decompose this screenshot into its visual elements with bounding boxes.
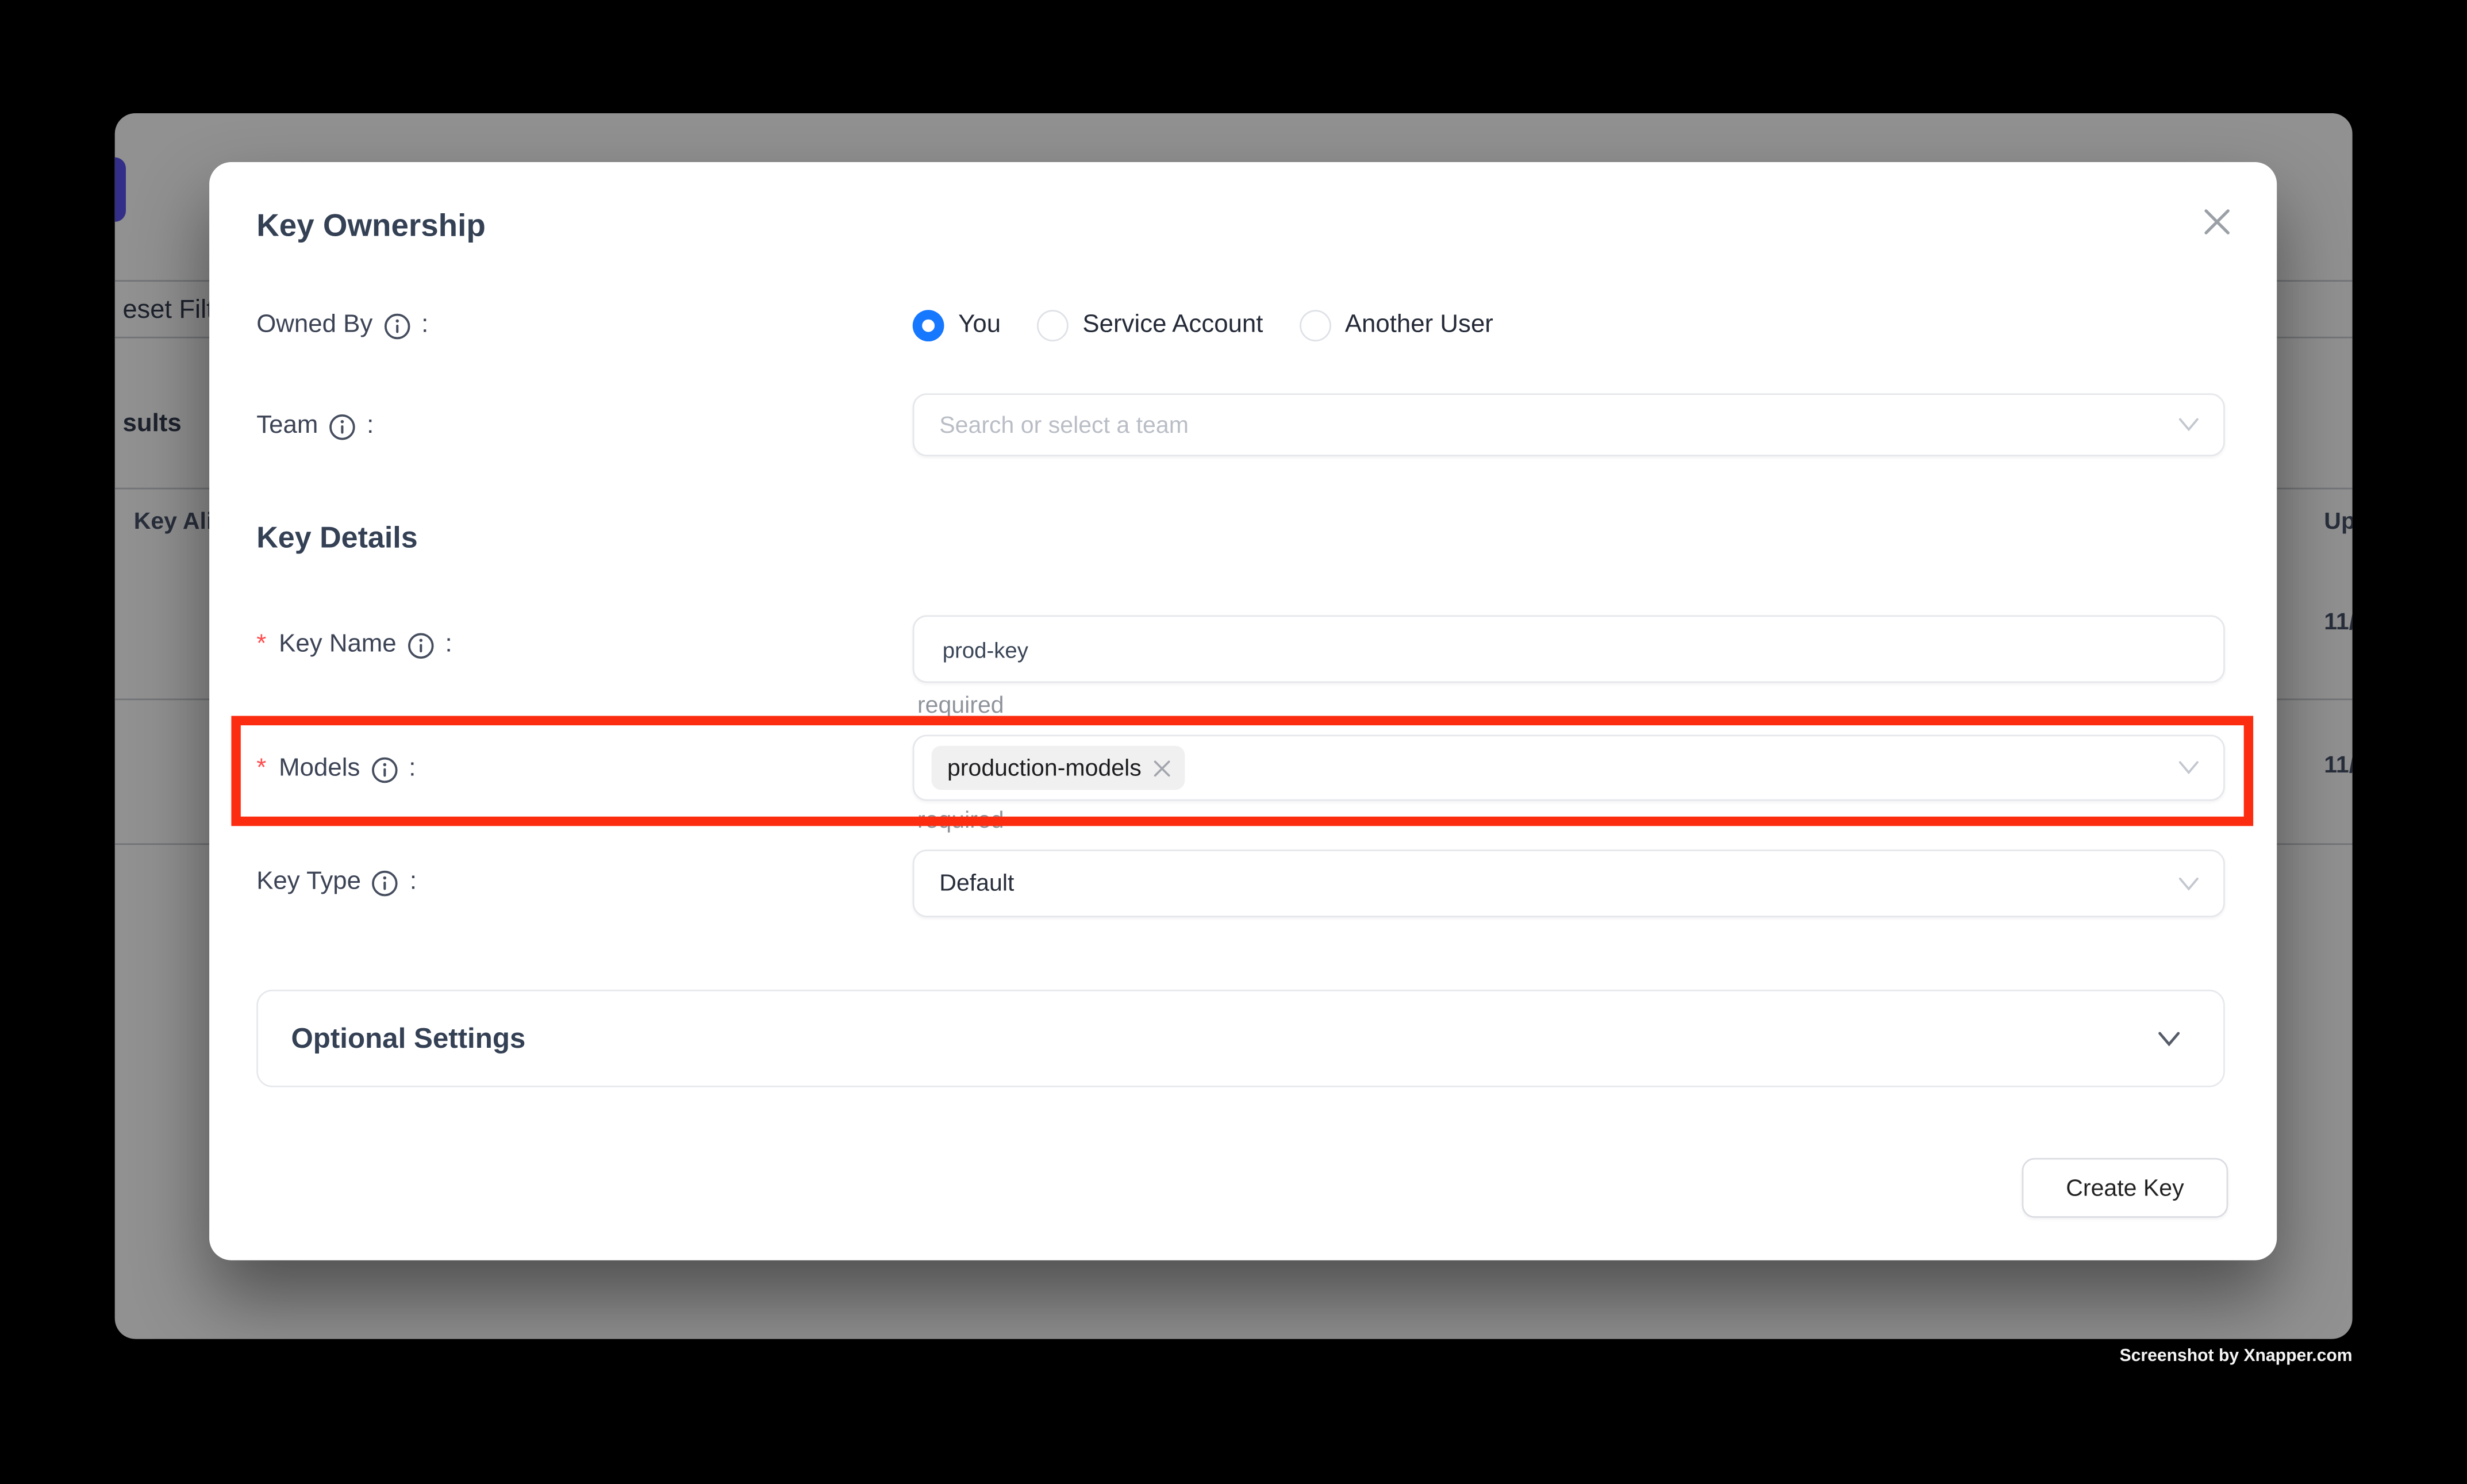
create-key-modal: Key Ownership Owned By : You Service Acc… xyxy=(209,162,2277,1260)
info-icon xyxy=(329,413,356,440)
radio-another-user[interactable]: Another User xyxy=(1299,310,1493,341)
optional-settings-toggle[interactable]: Optional Settings xyxy=(256,990,2225,1087)
radio-label: You xyxy=(958,312,1001,340)
chevron-down-icon xyxy=(2178,417,2200,432)
radio-service-account[interactable]: Service Account xyxy=(1037,310,1263,341)
team-select-placeholder: Search or select a team xyxy=(939,412,1189,439)
annotation-highlight-box xyxy=(231,716,2253,826)
key-type-label: Key Type : xyxy=(256,868,417,897)
colon: : xyxy=(410,868,417,897)
key-name-label: * Key Name : xyxy=(256,631,452,659)
owned-by-radio-group: You Service Account Another User xyxy=(913,310,1493,341)
key-name-value: prod-key xyxy=(939,636,1028,662)
radio-label: Another User xyxy=(1345,312,1493,340)
colon: : xyxy=(445,631,452,659)
key-details-title: Key Details xyxy=(256,522,417,557)
team-select[interactable]: Search or select a team xyxy=(913,393,2225,456)
colon: : xyxy=(421,312,428,340)
chevron-down-icon xyxy=(2157,1030,2181,1047)
optional-settings-title: Optional Settings xyxy=(291,1022,525,1055)
info-icon xyxy=(372,869,399,896)
required-mark: * xyxy=(256,631,266,659)
radio-unselected-icon[interactable] xyxy=(1037,310,1069,341)
radio-unselected-icon[interactable] xyxy=(1299,310,1331,341)
key-name-input[interactable]: prod-key xyxy=(913,615,2225,683)
info-icon xyxy=(383,312,410,339)
chevron-down-icon xyxy=(2178,875,2200,891)
screenshot-stage: eset Filt sults Key Alia Up – 11/ – 11/ … xyxy=(0,0,2467,1483)
watermark: Screenshot by Xnapper.com xyxy=(2120,1347,2353,1366)
close-icon[interactable] xyxy=(2200,205,2234,239)
info-icon xyxy=(408,632,435,659)
radio-label: Service Account xyxy=(1082,312,1263,340)
key-name-validation: required xyxy=(917,693,1004,720)
key-name-label-text: Key Name xyxy=(279,631,396,659)
key-type-select[interactable]: Default xyxy=(913,849,2225,917)
colon: : xyxy=(367,412,374,440)
radio-you[interactable]: You xyxy=(913,310,1001,341)
key-type-value: Default xyxy=(939,870,1014,897)
create-key-button[interactable]: Create Key xyxy=(2022,1158,2228,1218)
team-label-text: Team xyxy=(256,412,318,440)
radio-selected-icon[interactable] xyxy=(913,310,944,341)
owned-by-label-text: Owned By xyxy=(256,312,372,340)
key-type-label-text: Key Type xyxy=(256,868,361,897)
team-label: Team : xyxy=(256,412,374,440)
owned-by-label: Owned By : xyxy=(256,312,428,340)
modal-title: Key Ownership xyxy=(256,209,486,245)
